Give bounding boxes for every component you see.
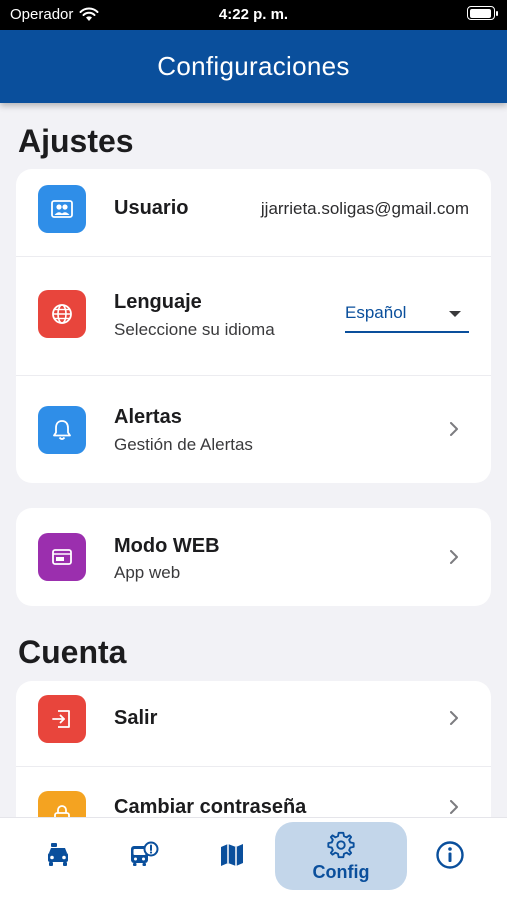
modo-web-row[interactable]: Modo WEB App web xyxy=(16,508,491,606)
language-select[interactable]: Español xyxy=(345,299,469,333)
vehicle-icon xyxy=(48,843,68,866)
caret-down-icon xyxy=(449,311,461,317)
exit-icon xyxy=(38,695,86,743)
salir-label: Salir xyxy=(114,707,158,729)
lenguaje-subtitle: Seleccione su idioma xyxy=(114,320,275,339)
settings-content[interactable]: Ajustes Usuario jjarrieta.soligas@gmail.… xyxy=(0,103,507,817)
tab-info[interactable] xyxy=(422,822,478,888)
chevron-right-icon xyxy=(450,422,458,436)
modo-web-card: Modo WEB App web xyxy=(16,508,491,606)
tab-bar: Config xyxy=(0,817,507,900)
cuenta-card: Salir Cambiar contraseña xyxy=(16,681,491,817)
alertas-label: Alertas xyxy=(114,406,182,428)
ajustes-card: Usuario jjarrieta.soligas@gmail.com Leng… xyxy=(16,169,491,483)
section-title-cuenta: Cuenta xyxy=(18,634,127,670)
section-title-ajustes: Ajustes xyxy=(18,123,134,159)
chevron-right-icon xyxy=(450,550,458,564)
modo-web-subtitle: App web xyxy=(114,563,181,582)
web-window-icon xyxy=(38,533,86,581)
tab-config[interactable]: Config xyxy=(275,822,407,890)
user-icon xyxy=(38,185,86,233)
cambiar-contrasena-row[interactable]: Cambiar contraseña xyxy=(16,767,491,817)
language-select-value: Español xyxy=(345,303,407,322)
salir-row[interactable]: Salir xyxy=(16,681,491,767)
alertas-subtitle: Gestión de Alertas xyxy=(114,435,253,454)
bell-icon xyxy=(38,406,86,454)
cambiar-contrasena-label: Cambiar contraseña xyxy=(114,796,307,817)
app-header: Configuraciones xyxy=(0,30,507,103)
tab-bus-alert[interactable] xyxy=(116,822,172,888)
map-icon xyxy=(221,844,243,866)
user-email: jjarrieta.soligas@gmail.com xyxy=(260,199,469,218)
tab-config-label: Config xyxy=(312,861,370,882)
info-icon xyxy=(436,841,464,869)
tab-vehicle[interactable] xyxy=(30,822,86,888)
status-time: 4:22 p. m. xyxy=(218,6,289,23)
battery-icon xyxy=(467,6,498,20)
chevron-right-icon xyxy=(450,800,458,814)
lenguaje-label: Lenguaje xyxy=(114,291,202,313)
status-bar: Operador 4:22 p. m. xyxy=(0,0,507,30)
gear-icon xyxy=(327,831,355,858)
lock-icon xyxy=(38,791,86,817)
usuario-row[interactable]: Usuario jjarrieta.soligas@gmail.com xyxy=(16,169,491,257)
bus-alert-icon xyxy=(131,841,159,866)
alertas-row[interactable]: Alertas Gestión de Alertas xyxy=(16,376,491,483)
lenguaje-row: Lenguaje Seleccione su idioma Español xyxy=(16,257,491,376)
chevron-right-icon xyxy=(450,711,458,725)
usuario-label: Usuario xyxy=(114,197,189,219)
tab-map[interactable] xyxy=(204,822,260,888)
modo-web-label: Modo WEB xyxy=(114,535,220,557)
globe-icon xyxy=(38,290,86,338)
page-title: Configuraciones xyxy=(157,51,350,81)
